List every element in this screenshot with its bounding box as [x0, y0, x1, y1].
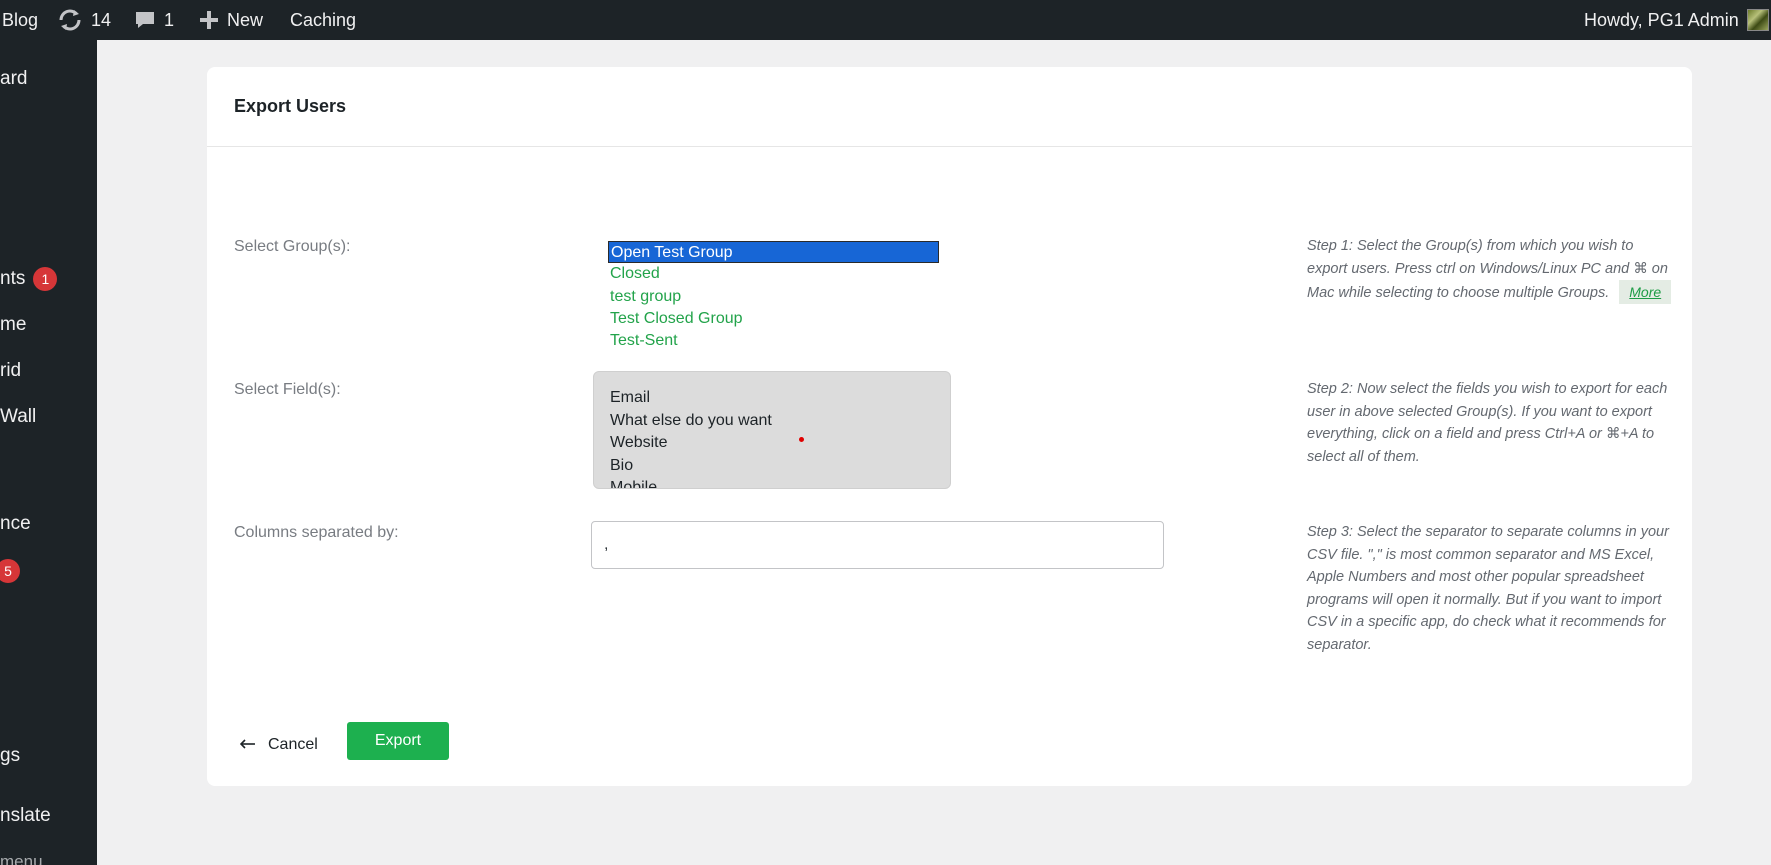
page-title: Export Users — [234, 96, 347, 116]
group-option[interactable]: Closed — [605, 263, 941, 285]
sidebar-item-label: nslate — [0, 805, 51, 826]
export-users-card: Export Users Select Group(s): Open Test … — [207, 67, 1692, 786]
sidebar-item-label: rid — [0, 360, 22, 381]
field-option[interactable]: Mobile — [610, 477, 950, 488]
admin-bar: Blog 14 1 New Caching Howdy, PG1 Admin — [0, 0, 1771, 40]
sidebar-collapse-menu[interactable]: menu — [0, 848, 43, 865]
fields-label: Select Field(s): — [234, 381, 341, 398]
refresh-icon — [57, 9, 83, 31]
arrow-left-icon — [239, 736, 256, 754]
comments-link[interactable]: 1 — [134, 0, 174, 40]
sidebar-item-label: Wall — [0, 406, 37, 427]
comment-icon — [134, 9, 156, 31]
site-name-link[interactable]: Blog — [2, 0, 38, 40]
field-option[interactable]: Email — [610, 387, 950, 410]
step3-help: Step 3: Select the separator to separate… — [1307, 524, 1669, 653]
step2-help: Step 2: Now select the fields you wish t… — [1307, 381, 1668, 465]
caching-label: Caching — [290, 9, 357, 30]
step1-help: Step 1: Select the Group(s) from which y… — [1307, 235, 1677, 305]
sidebar-item-label: menu — [0, 852, 43, 865]
group-option[interactable]: Open Test Group — [608, 241, 939, 264]
cursor-dot — [799, 437, 804, 442]
separator-input[interactable] — [591, 521, 1164, 569]
group-option[interactable]: Test Closed Group — [605, 308, 941, 330]
site-name: Blog — [2, 9, 39, 30]
sidebar-item-translate[interactable]: nslate — [0, 802, 51, 830]
sidebar-item-comments[interactable]: nts 1 — [0, 265, 58, 293]
howdy-text: Howdy, PG1 Admin — [1584, 9, 1739, 30]
sidebar-item-plugins[interactable]: 5 — [0, 557, 20, 585]
fields-select[interactable]: Email What else do you want Website Bio … — [593, 371, 951, 489]
group-option[interactable]: test group — [605, 286, 941, 308]
new-content-link[interactable]: New — [199, 0, 263, 40]
updates-count: 14 — [91, 9, 112, 30]
comments-count: 1 — [164, 9, 175, 30]
card-header: Export Users — [207, 67, 1692, 147]
field-option[interactable]: Website — [610, 432, 950, 455]
updates-link[interactable]: 14 — [57, 0, 111, 40]
sidebar-item-dashboard[interactable]: ard — [0, 65, 27, 93]
group-select[interactable]: Open Test Group Closed test group Test C… — [605, 241, 941, 345]
sidebar-item-appearance[interactable]: nce — [0, 510, 31, 538]
group-label: Select Group(s): — [234, 238, 351, 255]
plus-icon — [199, 10, 219, 30]
new-label: New — [227, 9, 264, 30]
sidebar-item-label: nce — [0, 513, 31, 534]
sidebar-item-grid[interactable]: rid — [0, 357, 21, 385]
sidebar-item-wall[interactable]: Wall — [0, 403, 36, 431]
step1-help-text: Step 1: Select the Group(s) from which y… — [1307, 238, 1668, 301]
comments-badge: 1 — [33, 267, 58, 291]
sidebar-item-label: gs — [0, 745, 21, 766]
cancel-label: Cancel — [268, 736, 318, 753]
sidebar-item-label: me — [0, 314, 27, 335]
group-option[interactable]: Test-Sent — [605, 330, 941, 345]
caching-link[interactable]: Caching — [290, 0, 356, 40]
cancel-link[interactable]: Cancel — [239, 733, 318, 757]
more-link[interactable]: More — [1619, 280, 1672, 304]
sidebar-item-label: nts — [0, 268, 26, 289]
avatar — [1746, 9, 1769, 31]
separator-label: Columns separated by: — [234, 524, 399, 541]
export-button[interactable]: Export — [347, 722, 449, 760]
account-menu[interactable]: Howdy, PG1 Admin — [1584, 0, 1769, 40]
field-option[interactable]: Bio — [610, 455, 950, 478]
admin-sidebar: ard nts 1 me rid Wall nce 5 gs nslate me… — [0, 40, 97, 865]
plugins-badge: 5 — [0, 559, 20, 583]
field-option[interactable]: What else do you want — [610, 410, 950, 433]
sidebar-item-label: ard — [0, 68, 28, 89]
sidebar-item-settings[interactable]: gs — [0, 742, 20, 770]
sidebar-item-theme[interactable]: me — [0, 311, 26, 339]
